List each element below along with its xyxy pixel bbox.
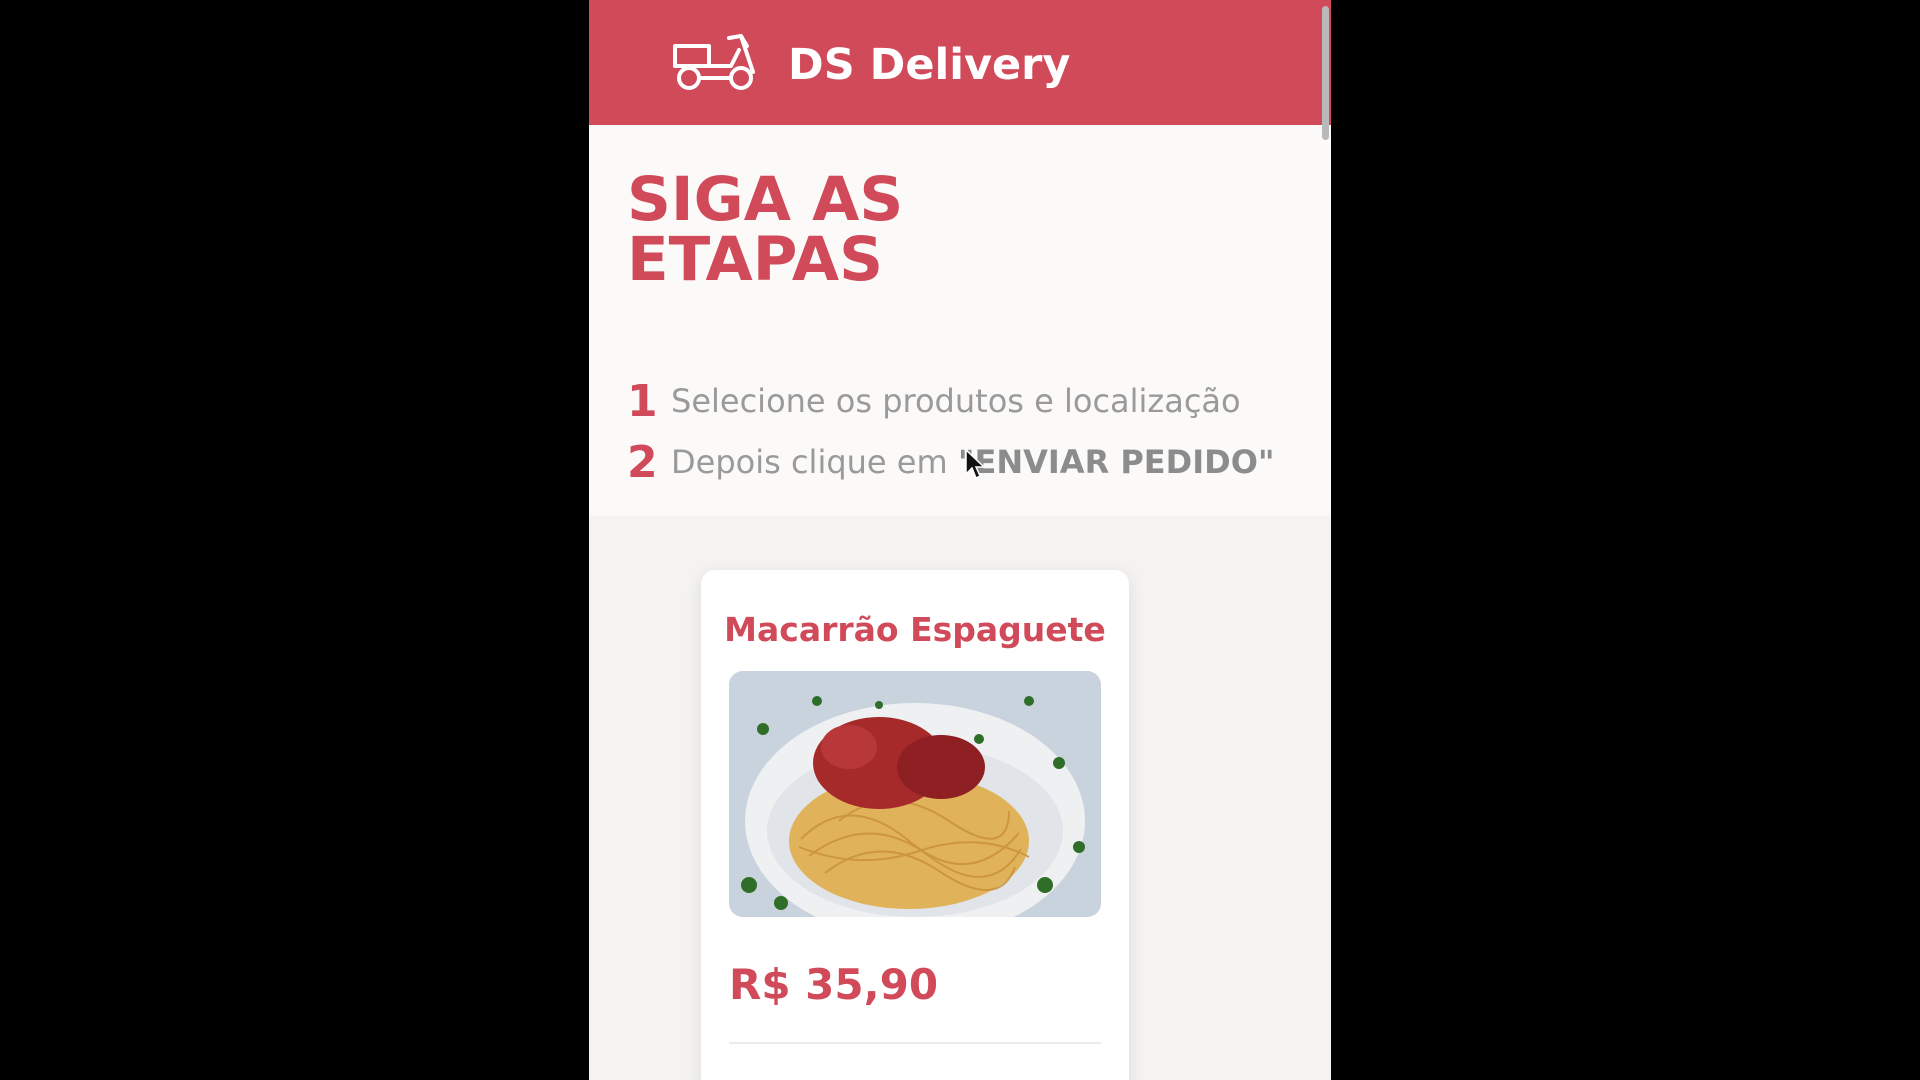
step-item-1: 1 Selecione os produtos e localização <box>627 375 1241 427</box>
step-item-2: 2 Depois clique em "ENVIAR PEDIDO" <box>627 436 1275 488</box>
brand-name[interactable]: DS Delivery <box>788 40 1070 90</box>
page-title: SIGA AS ETAPAS <box>627 164 904 295</box>
step-number: 2 <box>627 436 658 488</box>
product-price: R$ 35,90 <box>729 960 939 1009</box>
step-text-strong: "ENVIAR PEDIDO" <box>957 443 1275 481</box>
scooter-icon[interactable] <box>669 32 761 94</box>
navbar: DS Delivery <box>589 0 1331 140</box>
spaghetti-dish-image <box>729 671 1101 917</box>
product-name: Macarrão Espaguete <box>724 610 1106 649</box>
card-divider <box>729 1042 1101 1044</box>
app-viewport: DS Delivery SIGA AS ETAPAS 1 Selecione o… <box>589 0 1331 1080</box>
step-number: 1 <box>627 375 658 427</box>
step-text: Selecione os produtos e localização <box>671 382 1241 420</box>
product-card[interactable]: Macarrão Espaguete R$ 35,90 <box>701 570 1129 1080</box>
scrollbar-thumb[interactable] <box>1322 6 1329 140</box>
title-line-2: ETAPAS <box>627 224 884 295</box>
title-line-1: SIGA AS <box>627 164 904 235</box>
step-text: Depois clique em <box>671 443 958 481</box>
cursor-icon <box>965 448 986 480</box>
